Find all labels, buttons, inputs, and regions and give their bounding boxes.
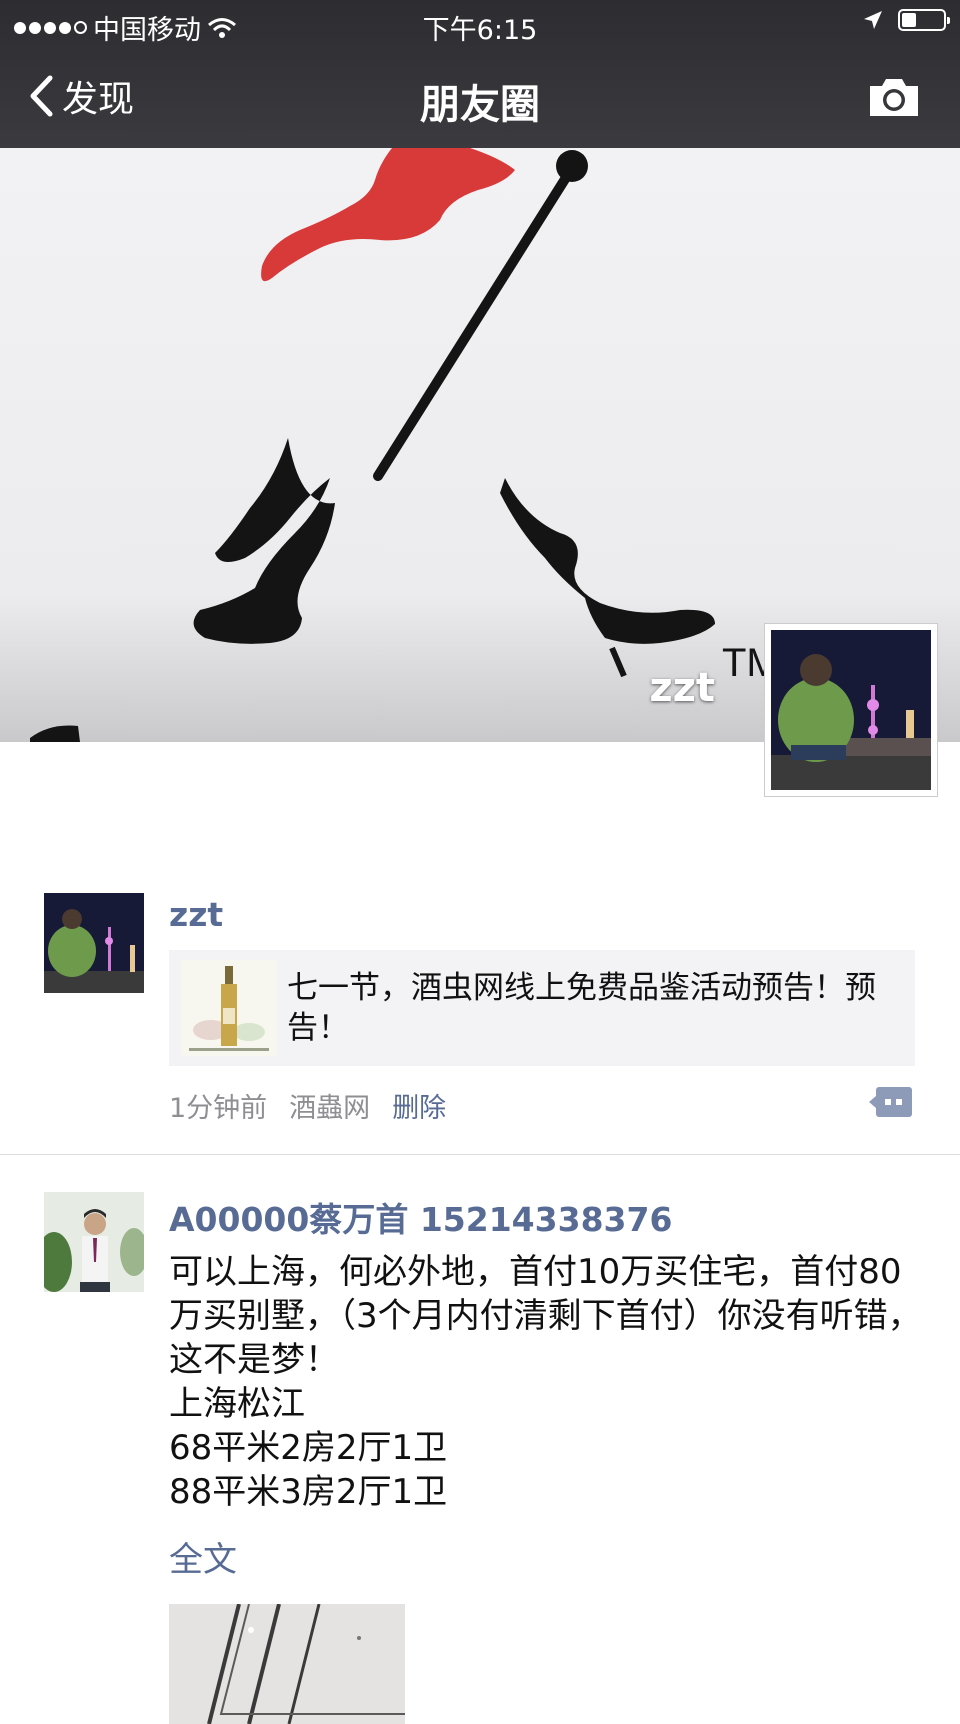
wine-bottle-image [181, 960, 277, 1056]
status-bar: 中国移动 下午6:15 [0, 0, 960, 48]
page-title: 朋友圈 [420, 82, 540, 128]
location-arrow-icon [864, 11, 882, 29]
full-text-link[interactable]: 全文 [169, 1532, 237, 1581]
status-time: 下午6:15 [422, 15, 538, 46]
post-source[interactable]: 酒蟲网 [289, 1086, 370, 1125]
shared-link-card[interactable]: 七一节，酒虫网线上免费品鉴活动预告！预告！ [169, 950, 915, 1066]
comment-button[interactable] [868, 1086, 914, 1122]
profile-avatar[interactable] [764, 623, 938, 797]
delete-button[interactable]: 删除 [392, 1086, 446, 1125]
post-avatar[interactable] [44, 1192, 144, 1292]
ceiling-photo [169, 1604, 405, 1724]
post-author[interactable]: A00000蔡万首 15214338376 [169, 1193, 672, 1241]
flag-shape [261, 148, 515, 282]
avatar-image [44, 893, 144, 993]
camera-button[interactable] [868, 76, 920, 122]
comment-icon [869, 1087, 912, 1117]
post-meta: 1分钟前 酒蟲网 删除 [169, 1086, 446, 1125]
post-photo[interactable] [169, 1604, 405, 1724]
top-bar: 中国移动 下午6:15 发现 朋友圈 [0, 0, 960, 148]
battery-fill [902, 13, 916, 27]
avatar-image [771, 630, 931, 790]
left-leg-shape [193, 438, 335, 644]
post-avatar[interactable] [44, 893, 144, 993]
post-body-text: 可以上海，何必外地，首付10万买住宅，首付80万买别墅，（3个月内付清剩下首付）… [169, 1252, 922, 1512]
shared-link-thumbnail [181, 960, 277, 1056]
right-leg-shape [500, 478, 715, 644]
battery-icon [898, 9, 950, 31]
camera-icon [870, 79, 918, 116]
avatar-image [44, 1192, 144, 1292]
shared-link-title: 七一节，酒虫网线上免费品鉴活动预告！预告！ [287, 970, 876, 1046]
post-time: 1分钟前 [169, 1093, 268, 1124]
nav-bar: 发现 朋友圈 [0, 48, 960, 148]
post-author[interactable]: zzt [169, 895, 223, 934]
cover-user-name: zzt [649, 665, 715, 711]
post-divider [0, 1154, 960, 1155]
